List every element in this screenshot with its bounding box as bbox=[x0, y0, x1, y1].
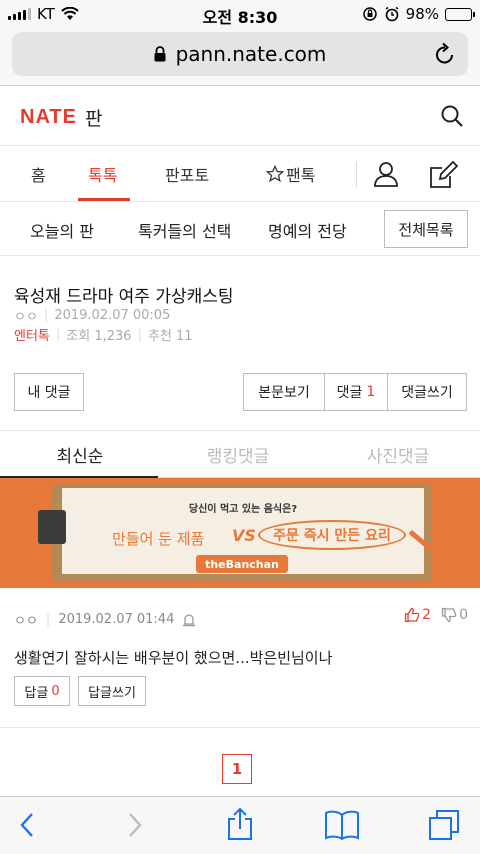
clipboard-clip bbox=[38, 510, 66, 544]
browser-toolbar bbox=[0, 796, 480, 854]
report-icon[interactable] bbox=[182, 613, 196, 627]
comments-count: 1 bbox=[366, 384, 376, 400]
browser-address-area: pann.nate.com bbox=[0, 28, 480, 86]
banner-made-product: 만들어 둔 제품 bbox=[112, 530, 205, 548]
comment-actions: 내 댓글 본문보기 댓글 1 댓글쓰기 bbox=[0, 373, 480, 413]
nav-separator bbox=[356, 162, 357, 188]
bookmarks-icon[interactable] bbox=[324, 809, 360, 841]
article-recommends: 추천 11 bbox=[147, 329, 193, 344]
tab-ranking[interactable]: 랭킹댓글 bbox=[158, 442, 318, 467]
write-reply-button[interactable]: 답글쓰기 bbox=[78, 676, 146, 706]
search-icon[interactable] bbox=[440, 104, 464, 128]
section-divider bbox=[0, 430, 480, 431]
reply-toggle-button[interactable]: 답글 0 bbox=[14, 676, 70, 706]
comment-date: 2019.02.07 01:44 bbox=[58, 612, 175, 627]
subnav-talker-choice[interactable]: 톡커들의 선택 bbox=[138, 218, 231, 242]
user-icon[interactable] bbox=[372, 160, 400, 188]
article-title: 육성재 드라마 여주 가상캐스팅 bbox=[14, 287, 234, 307]
comment-item: ㅇㅇ | 2019.02.07 01:44 2 0 생활연기 잘하시는 배우분이… bbox=[0, 588, 480, 728]
comment-author: ㅇㅇ bbox=[14, 614, 38, 629]
battery-icon bbox=[445, 7, 475, 21]
tab-panphoto[interactable]: 판포토 bbox=[165, 162, 209, 186]
active-tab-indicator bbox=[78, 198, 130, 201]
comment-text: 생활연기 잘하시는 배우분이 했으면...박은빈님이나 bbox=[14, 649, 333, 667]
article-meta: ㅇㅇ | 2019.02.07 00:05 bbox=[14, 308, 171, 325]
address-bar[interactable]: pann.nate.com bbox=[12, 32, 468, 76]
page-number-current[interactable]: 1 bbox=[222, 754, 252, 784]
site-header: NATE 판 bbox=[0, 86, 480, 146]
sub-nav: 오늘의 판 톡커들의 선택 명예의 전당 전체목록 bbox=[0, 202, 480, 256]
reload-icon[interactable] bbox=[434, 42, 456, 66]
banner-question: 당신이 먹고 있는 음식은? bbox=[188, 504, 298, 515]
back-icon[interactable] bbox=[16, 811, 40, 839]
article-views: 조회 1,236 bbox=[66, 329, 132, 344]
section-name: 판 bbox=[84, 108, 103, 130]
article-category[interactable]: 엔터톡 bbox=[14, 325, 50, 344]
tab-photo[interactable]: 사진댓글 bbox=[318, 442, 478, 467]
alarm-icon bbox=[385, 6, 399, 22]
site-logo[interactable]: NATE 판 bbox=[20, 104, 102, 131]
status-bar: KT 오전 8:30 98% bbox=[0, 0, 480, 28]
article-author: ㅇㅇ bbox=[14, 310, 38, 325]
my-comments-button[interactable]: 내 댓글 bbox=[14, 373, 84, 411]
star-icon bbox=[266, 165, 284, 183]
url-text: pann.nate.com bbox=[175, 42, 327, 66]
reply-count: 0 bbox=[51, 683, 60, 699]
share-icon[interactable] bbox=[226, 807, 254, 841]
upvote-count: 2 bbox=[422, 607, 432, 623]
thumbs-up-icon bbox=[405, 607, 420, 623]
subnav-today[interactable]: 오늘의 판 bbox=[30, 218, 94, 242]
write-comment-button[interactable]: 댓글쓰기 bbox=[387, 373, 467, 411]
article-date: 2019.02.07 00:05 bbox=[54, 308, 171, 323]
subnav-hall-of-fame[interactable]: 명예의 전당 bbox=[268, 218, 347, 242]
tab-latest[interactable]: 최신순 bbox=[0, 442, 160, 467]
ad-banner[interactable]: 당신이 먹고 있는 음식은? 만들어 둔 제품 VS 주문 즉시 만든 요리 t… bbox=[0, 478, 480, 588]
forward-icon[interactable] bbox=[122, 811, 146, 839]
tab-fantok[interactable]: 팬톡 bbox=[266, 162, 315, 186]
banner-brand: theBanchan bbox=[196, 555, 288, 573]
comments-label: 댓글 bbox=[336, 385, 363, 401]
main-nav: 홈 톡톡 판포토 팬톡 bbox=[0, 146, 480, 202]
rotation-lock-icon bbox=[362, 7, 377, 21]
comment-tabs: 최신순 랭킹댓글 사진댓글 bbox=[0, 432, 480, 478]
tab-toktok[interactable]: 톡톡 bbox=[88, 162, 117, 186]
write-icon[interactable] bbox=[428, 160, 458, 190]
reply-label: 답글 bbox=[24, 685, 49, 701]
article-stats: 엔터톡 | 조회 1,236 | 추천 11 bbox=[14, 325, 193, 344]
comment-meta: ㅇㅇ | 2019.02.07 01:44 bbox=[14, 610, 196, 629]
thumbs-down-icon bbox=[441, 607, 457, 623]
banner-vs: VS bbox=[232, 526, 256, 545]
tab-home[interactable]: 홈 bbox=[31, 162, 46, 186]
tabs-icon[interactable] bbox=[428, 809, 460, 841]
comment-votes: 2 0 bbox=[404, 607, 468, 623]
upvote-button[interactable]: 2 bbox=[404, 607, 431, 623]
all-list-button[interactable]: 전체목록 bbox=[384, 210, 468, 248]
lock-icon bbox=[154, 46, 166, 62]
banner-fresh-dish: 주문 즉시 만든 요리 bbox=[258, 520, 406, 550]
battery-percent: 98% bbox=[405, 5, 439, 23]
comments-button[interactable]: 댓글 1 bbox=[324, 373, 388, 411]
tab-fantok-label: 팬톡 bbox=[286, 166, 316, 185]
downvote-count: 0 bbox=[459, 607, 468, 623]
nate-logo: NATE bbox=[20, 106, 77, 128]
view-body-button[interactable]: 본문보기 bbox=[243, 373, 325, 411]
downvote-button[interactable]: 0 bbox=[441, 607, 468, 623]
